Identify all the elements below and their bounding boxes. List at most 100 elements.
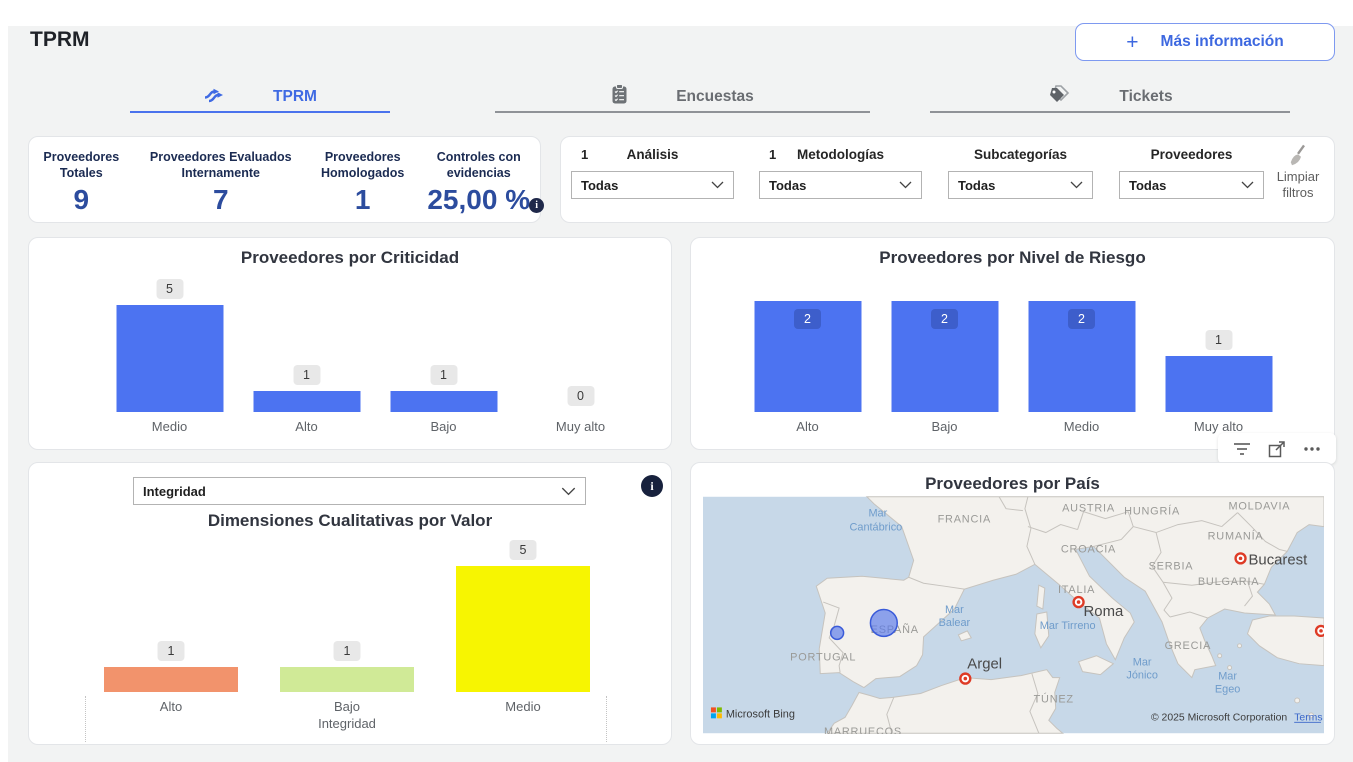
- clear-filters-label: Limpiar filtros: [1270, 169, 1326, 200]
- svg-text:RUMANÍA: RUMANÍA: [1208, 529, 1264, 542]
- svg-text:Mar: Mar: [868, 508, 887, 520]
- data-label: 1: [158, 641, 185, 661]
- kpi-label: Proveedores Evaluados Internamente: [134, 149, 308, 182]
- kpi-label: Proveedores Homologados: [308, 149, 418, 182]
- workflow-icon: [203, 85, 225, 109]
- svg-text:Microsoft Bing: Microsoft Bing: [726, 708, 795, 720]
- subcategorias-dropdown[interactable]: Todas: [948, 171, 1093, 199]
- kpi-value: 9: [74, 184, 90, 216]
- map-title: Proveedores por País: [691, 474, 1334, 494]
- bar-medio[interactable]: [116, 305, 223, 412]
- dimension-selector-dropdown[interactable]: Integridad: [133, 477, 586, 505]
- kpi-label: Controles con evidencias: [417, 149, 540, 182]
- provider-bubble[interactable]: [831, 626, 844, 639]
- filter-count-badge: 1: [581, 147, 588, 162]
- chart-title: Proveedores por Criticidad: [29, 248, 671, 268]
- proveedores-dropdown[interactable]: Todas: [1119, 171, 1264, 199]
- tab-tickets-underline: [930, 111, 1290, 114]
- more-options-icon[interactable]: [1299, 437, 1325, 461]
- data-label: 1: [430, 365, 457, 385]
- chevron-down-icon: [899, 181, 912, 189]
- svg-text:© 2025 Microsoft Corporation: © 2025 Microsoft Corporation: [1151, 712, 1287, 723]
- svg-text:Mar: Mar: [945, 604, 964, 616]
- data-label: 1: [1205, 330, 1232, 350]
- chevron-down-icon: [1241, 181, 1254, 189]
- focus-mode-icon[interactable]: [1264, 437, 1290, 461]
- svg-text:Egeo: Egeo: [1215, 684, 1240, 696]
- bar-bajo[interactable]: 2: [891, 301, 998, 412]
- bar-medio[interactable]: 2: [1028, 301, 1135, 412]
- visual-hover-toolbar: [1218, 433, 1336, 464]
- map-card: Proveedores por País: [690, 462, 1335, 745]
- filter-metodologias: 1 Metodologías Todas: [759, 145, 922, 167]
- bar-column: 1BajoIntegridad: [259, 561, 435, 731]
- svg-text:SERBIA: SERBIA: [1149, 560, 1194, 572]
- svg-text:AUSTRIA: AUSTRIA: [1062, 503, 1115, 515]
- analisis-dropdown[interactable]: Todas: [571, 171, 734, 199]
- category-label: Alto: [295, 419, 317, 434]
- bar-alto[interactable]: [253, 391, 360, 412]
- info-icon[interactable]: i: [529, 198, 544, 213]
- tab-tprm-label: TPRM: [273, 88, 317, 106]
- bar-alto[interactable]: [104, 667, 238, 692]
- filter-label: Metodologías: [759, 145, 922, 162]
- provider-bubble[interactable]: [870, 610, 897, 637]
- chevron-down-icon: [561, 487, 576, 496]
- bar-alto[interactable]: 2: [754, 301, 861, 412]
- svg-text:MOLDAVIA: MOLDAVIA: [1228, 501, 1290, 513]
- category-label: Muy alto: [1194, 419, 1243, 434]
- bar-column: 5Medio: [101, 284, 238, 434]
- bing-map[interactable]: FRANCIAAUSTRIAHUNGRÍAMOLDAVIARUMANÍACROA…: [703, 496, 1324, 734]
- svg-text:Mar Tirreno: Mar Tirreno: [1040, 620, 1096, 632]
- bar-muy-alto[interactable]: [1165, 356, 1272, 412]
- more-info-button[interactable]: + Más información: [1075, 23, 1335, 61]
- bar-medio[interactable]: [456, 566, 590, 692]
- info-icon[interactable]: i: [641, 475, 663, 497]
- bar-bajo[interactable]: [280, 667, 414, 692]
- filter-card: 1 Análisis Todas 1 Metodologías Todas Su…: [560, 136, 1335, 223]
- tab-tprm[interactable]: TPRM: [130, 80, 390, 113]
- tab-encuestas[interactable]: Encuestas: [495, 80, 870, 113]
- tab-tickets-label: Tickets: [1119, 88, 1172, 106]
- svg-text:BULGARIA: BULGARIA: [1198, 576, 1260, 588]
- kpi-value: 7: [213, 184, 229, 216]
- bar-plot: 1 Alto 1BajoIntegridad5Medio: [83, 561, 611, 731]
- metodologias-dropdown[interactable]: Todas: [759, 171, 922, 199]
- category-label: Medio: [505, 699, 540, 714]
- svg-text:Mar: Mar: [1218, 671, 1237, 683]
- x-axis-title: Integridad: [318, 716, 376, 731]
- data-label: 2: [1068, 309, 1095, 329]
- bar-column: 5Medio: [435, 561, 611, 731]
- scroll-edge-right: [606, 696, 607, 742]
- bar-plot: 5Medio1Alto1Bajo0Muy alto: [101, 284, 649, 434]
- survey-clipboard-icon: [611, 84, 628, 110]
- kpi-label: Proveedores Totales: [29, 149, 134, 182]
- svg-text:Bucarest: Bucarest: [1248, 552, 1308, 568]
- kpi-proveedores-totales: Proveedores Totales 9: [29, 149, 134, 216]
- tags-icon: [1047, 84, 1071, 109]
- category-label: Medio: [152, 419, 187, 434]
- terms-link[interactable]: Terms: [1294, 712, 1322, 723]
- chart-dimensiones: Integridad i Dimensiones Cualitativas po…: [28, 462, 672, 745]
- tab-tprm-underline: [130, 111, 390, 114]
- category-label: Alto: [160, 699, 182, 714]
- tab-encuestas-underline: [495, 111, 870, 114]
- chart-title: Proveedores por Nivel de Riesgo: [691, 248, 1334, 268]
- filter-analisis: 1 Análisis Todas: [571, 145, 734, 167]
- filter-proveedores: Proveedores Todas: [1119, 145, 1264, 167]
- data-label: 2: [794, 309, 821, 329]
- tab-tickets[interactable]: Tickets: [930, 80, 1290, 113]
- filter-label: Análisis: [571, 145, 734, 162]
- chevron-down-icon: [1070, 181, 1083, 189]
- filter-lines-icon[interactable]: [1229, 437, 1255, 461]
- bar-column: 2Alto: [739, 284, 876, 434]
- map-attribution: © 2025 Microsoft Corporation Terms: [1151, 712, 1323, 723]
- chart-nivel-riesgo: Proveedores por Nivel de Riesgo 2Alto2Ba…: [690, 237, 1335, 450]
- bar-bajo[interactable]: [390, 391, 497, 412]
- clear-filters-button[interactable]: Limpiar filtros: [1261, 143, 1335, 215]
- data-label: 2: [931, 309, 958, 329]
- chevron-down-icon: [711, 181, 724, 189]
- kpi-value: 25,00 %i: [427, 184, 530, 216]
- bar-column: 1 Muy alto: [1150, 284, 1287, 434]
- category-label: Medio: [1064, 419, 1099, 434]
